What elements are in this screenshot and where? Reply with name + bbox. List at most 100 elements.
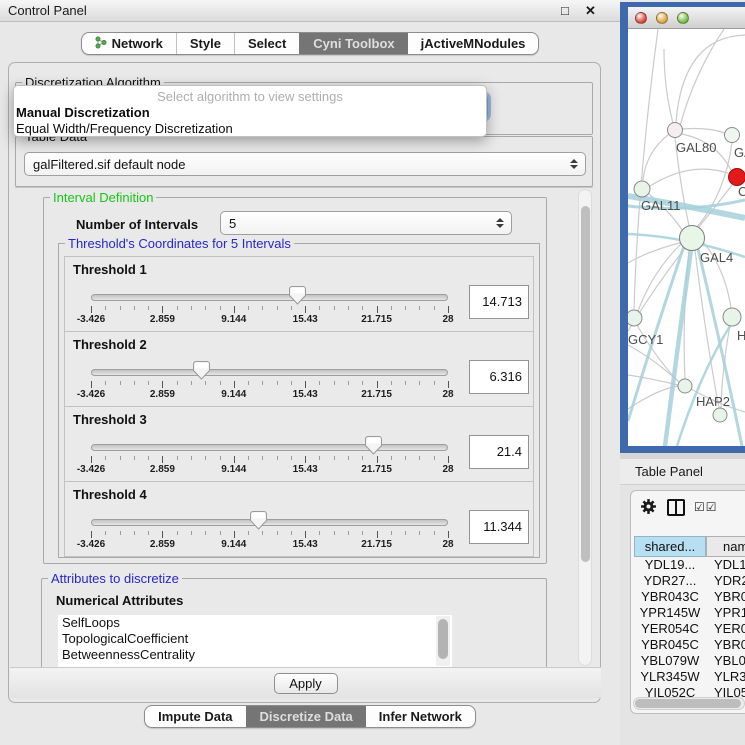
table-row[interactable]: YER054CYER054C <box>634 621 745 637</box>
threshold-label-2: Threshold 2 <box>73 337 147 352</box>
bottom-node[interactable] <box>713 408 727 422</box>
cell-name[interactable]: YER054C <box>706 621 745 637</box>
number-of-intervals-combobox[interactable]: 5 <box>220 211 512 235</box>
network-edge[interactable] <box>628 375 678 385</box>
table-hscrollbar-thumb[interactable] <box>635 699 741 708</box>
attribute-item-topologicalcoefficient[interactable]: TopologicalCoefficient <box>58 631 452 647</box>
cell-name[interactable]: YLR345W <box>706 669 745 685</box>
cell-name[interactable]: YPR145W <box>706 605 745 621</box>
slider-thumb-1[interactable] <box>289 286 306 305</box>
table-row[interactable]: YDR27...YDR27... <box>634 573 745 589</box>
cell-shared-name[interactable]: YPR145W <box>634 605 706 621</box>
tab-network[interactable]: Network <box>82 33 176 54</box>
table-row[interactable]: YBL079WYBL079W <box>634 653 745 669</box>
cell-name[interactable]: YBL079W <box>706 653 745 669</box>
table-data-combobox[interactable]: galFiltered.sif default node <box>24 152 586 176</box>
tab-cyni-toolbox[interactable]: Cyni Toolbox <box>299 33 407 54</box>
column-header-name[interactable]: name <box>706 536 745 557</box>
panel-vertical-scrollbar[interactable] <box>578 189 592 666</box>
mac-zoom-button[interactable] <box>677 12 689 24</box>
table-panel-container: ☑☑ shared...name YDL19...YDL19...YDR27..… <box>630 490 745 714</box>
table-row[interactable]: YDL19...YDL19... <box>634 557 745 573</box>
H-node[interactable] <box>723 308 741 326</box>
attribute-item-selfloops[interactable]: SelfLoops <box>58 615 452 631</box>
table-row[interactable]: YPR145WYPR145W <box>634 605 745 621</box>
attribute-item-betweennesscentrality[interactable]: BetweennessCentrality <box>58 647 452 663</box>
slider-track-3[interactable] <box>91 444 448 451</box>
slider-track-2[interactable] <box>91 369 448 376</box>
threshold-value-field-1[interactable]: 14.713 <box>469 285 529 319</box>
table-horizontal-scrollbar[interactable] <box>633 697 745 710</box>
column-header-shared[interactable]: shared... <box>634 536 706 557</box>
mac-minimize-button[interactable] <box>656 12 668 24</box>
mac-close-button[interactable] <box>635 12 647 24</box>
gear-icon[interactable] <box>640 498 657 518</box>
cell-shared-name[interactable]: YDR27... <box>634 573 706 589</box>
apply-button[interactable]: Apply <box>274 673 338 694</box>
cell-shared-name[interactable]: YER054C <box>634 621 706 637</box>
slider-track-4[interactable] <box>91 519 448 526</box>
tab-select[interactable]: Select <box>234 33 299 54</box>
dropdown-item-manual-discretization[interactable]: Manual Discretization <box>16 105 150 120</box>
cell-shared-name[interactable]: YLR345W <box>634 669 706 685</box>
float-window-icon[interactable]: □ <box>561 3 569 18</box>
slider-thumb-2[interactable] <box>193 361 210 380</box>
network-edge[interactable] <box>664 49 673 123</box>
panel-scrollbar-thumb[interactable] <box>581 206 590 562</box>
numerical-attributes-list[interactable]: SelfLoopsTopologicalCoefficientBetweenne… <box>58 615 452 667</box>
table-row[interactable]: YBR043CYBR043C <box>634 589 745 605</box>
HAP2-node[interactable] <box>678 379 692 393</box>
tab-jactivemnodules[interactable]: jActiveMNodules <box>408 33 539 54</box>
table-toolbar: ☑☑ <box>631 491 745 531</box>
cell-name[interactable]: YDR27... <box>706 573 745 589</box>
network-canvas[interactable]: GAL80GACGAL11GAL4GCY1HHAP2 <box>628 29 745 446</box>
algorithm-dropdown-popup: Select algorithm to view settings Manual… <box>13 85 487 137</box>
cell-name[interactable]: YDL19... <box>706 557 745 573</box>
network-edge[interactable] <box>682 129 725 134</box>
network-edge[interactable] <box>676 35 745 122</box>
window-title: Control Panel <box>8 3 87 18</box>
attributes-scrollbar[interactable] <box>436 616 450 666</box>
table-row[interactable]: YBR045CYBR045C <box>634 637 745 653</box>
dropdown-hint-item[interactable]: Select algorithm to view settings <box>14 89 486 104</box>
cell-name[interactable]: YBR043C <box>706 589 745 605</box>
threshold-value-field-2[interactable]: 6.316 <box>469 360 529 394</box>
bottom-tab-infer-network[interactable]: Infer Network <box>366 706 475 727</box>
cell-shared-name[interactable]: YBL079W <box>634 653 706 669</box>
split-columns-icon[interactable] <box>667 499 685 516</box>
network-edge[interactable] <box>650 169 728 186</box>
cell-shared-name[interactable]: YDL19... <box>634 557 706 573</box>
threshold-row-2: Threshold 2 -3.4262.8599.14415.4321.71528… <box>64 331 534 407</box>
threshold-value-field-3[interactable]: 21.4 <box>469 435 529 469</box>
network-edge[interactable] <box>634 29 658 309</box>
network-edge[interactable] <box>643 134 669 180</box>
GAL4-node[interactable] <box>680 226 705 251</box>
bottom-tab-impute-data-label: Impute Data <box>158 709 232 724</box>
GAL11-node[interactable] <box>634 181 650 197</box>
node-label-c: C <box>738 184 745 199</box>
GAL80-node[interactable] <box>668 123 683 138</box>
bottom-tab-impute-data[interactable]: Impute Data <box>145 706 245 727</box>
bottom-tab-discretize-data[interactable]: Discretize Data <box>246 706 366 727</box>
close-icon[interactable]: ✕ <box>585 3 596 19</box>
table-row[interactable]: YLR345WYLR345W <box>634 669 745 685</box>
threshold-value-field-4[interactable]: 11.344 <box>469 510 529 544</box>
slider-track-1[interactable] <box>91 294 448 301</box>
dropdown-item-equal-width-frequency[interactable]: Equal Width/Frequency Discretization <box>16 121 233 136</box>
select-checkboxes-icon[interactable]: ☑☑ <box>694 500 718 514</box>
interval-definition-group: Interval Definition Number of Intervals … <box>43 197 547 564</box>
apply-bar: Apply <box>10 667 601 698</box>
selected-red-node[interactable] <box>729 169 745 186</box>
top-right-node[interactable] <box>725 128 740 143</box>
attributes-scrollbar-thumb[interactable] <box>438 619 448 659</box>
tab-style[interactable]: Style <box>176 33 234 54</box>
slider-thumb-3[interactable] <box>365 436 382 455</box>
slider-tick-labels-2: -3.4262.8599.14415.4321.71528 <box>91 389 448 401</box>
network-edge[interactable] <box>680 29 724 126</box>
slider-thumb-4[interactable] <box>250 511 267 530</box>
cell-shared-name[interactable]: YBR045C <box>634 637 706 653</box>
node-label-ga: GA <box>734 145 745 160</box>
cell-shared-name[interactable]: YBR043C <box>634 589 706 605</box>
cell-name[interactable]: YBR045C <box>706 637 745 653</box>
GCY1-node[interactable] <box>628 310 642 326</box>
